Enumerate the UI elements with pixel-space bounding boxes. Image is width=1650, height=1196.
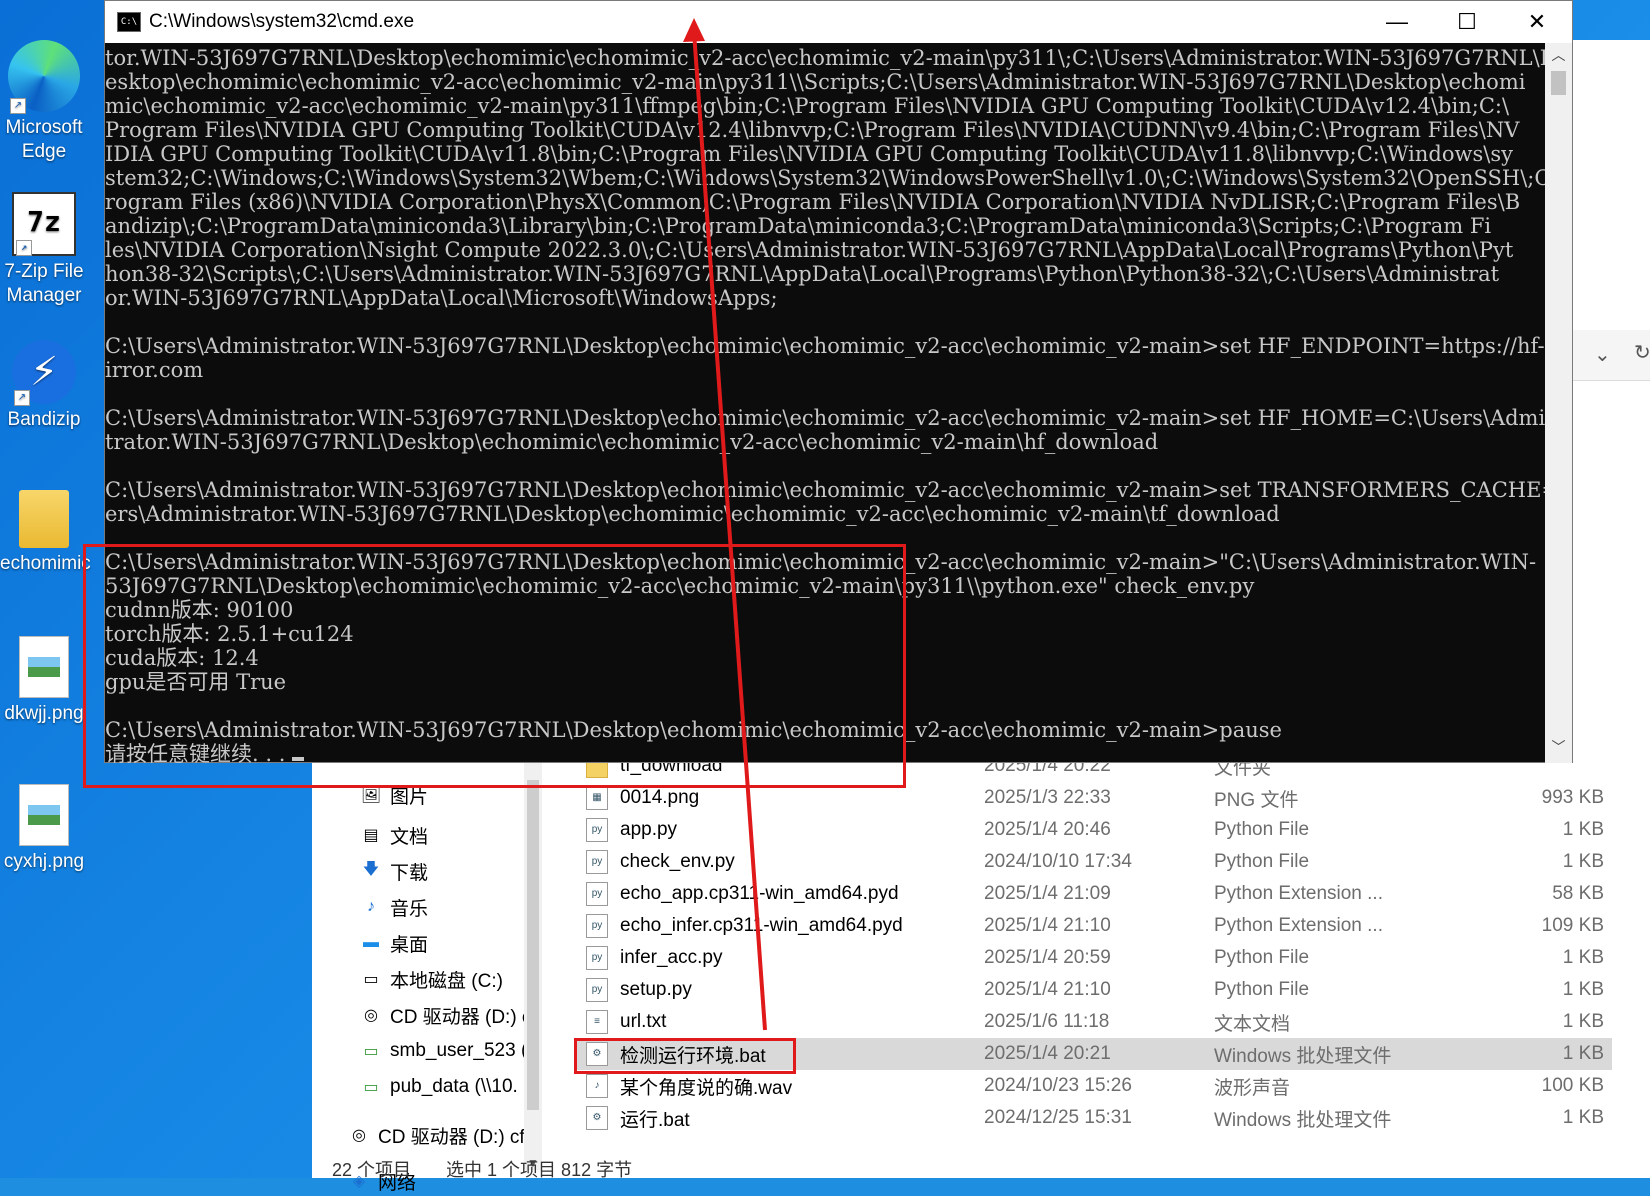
desktop: ↗ Microsoft Edge 7z ↗ 7-Zip File Manager … [0, 0, 1650, 1194]
annotation-arrow [683, 18, 767, 1031]
